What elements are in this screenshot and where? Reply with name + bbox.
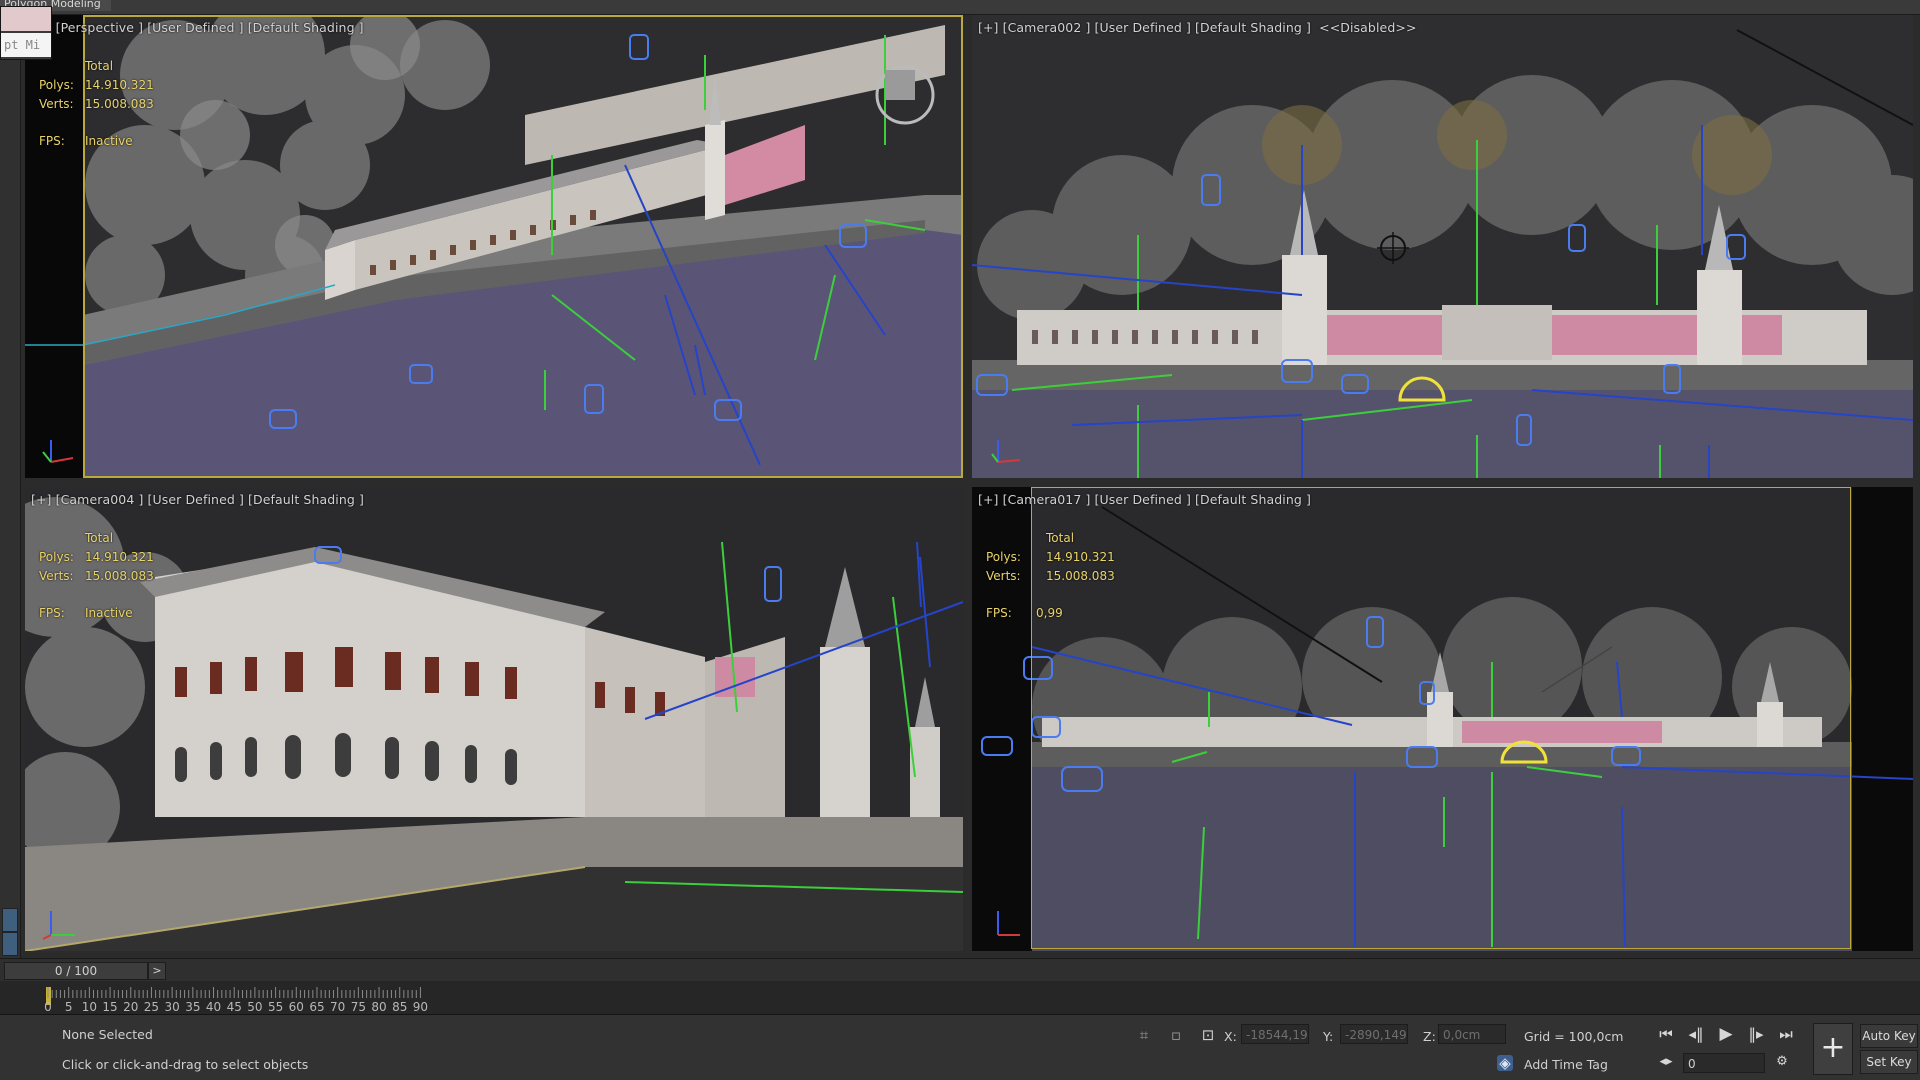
frame-tick-label: 50 — [247, 1000, 262, 1014]
viewport-label[interactable]: [+] [Camera002 ] [User Defined ] [Defaul… — [978, 20, 1417, 35]
add-time-tag-button[interactable]: Add Time Tag — [1524, 1057, 1608, 1072]
set-key-button[interactable]: Set Key — [1860, 1050, 1918, 1074]
frame-tick-label: 75 — [351, 1000, 366, 1014]
axis-tripod-icon — [42, 440, 74, 463]
auto-key-button[interactable]: Auto Key — [1860, 1024, 1918, 1048]
stats-polys-label: Polys: — [986, 550, 1021, 564]
frame-tick-label: 70 — [330, 1000, 345, 1014]
time-slider-thumb[interactable]: 0 / 100 — [4, 962, 148, 980]
frame-tick-label: 10 — [82, 1000, 97, 1014]
track-bar[interactable]: 0 5 10 15 20 25 30 35 40 45 50 55 60 65 70 75 80 85 90 — [0, 981, 1920, 1015]
stats-verts-value: 15.008.083 — [85, 97, 154, 111]
y-coordinate-field[interactable]: -2890,149 — [1340, 1024, 1408, 1044]
maxscript-listener[interactable]: pt Mi — [0, 6, 52, 60]
frame-tick-label: 85 — [392, 1000, 407, 1014]
viewport-label[interactable]: [+] [Camera004 ] [User Defined ] [Defaul… — [31, 492, 364, 507]
stats-verts-value: 15.008.083 — [1046, 569, 1115, 583]
stats-polys-label: Polys: — [39, 78, 74, 92]
stats-verts-label: Verts: — [39, 569, 74, 583]
viewport-camera017[interactable]: [+] [Camera017 ] [User Defined ] [Defaul… — [972, 487, 1913, 951]
selection-status: None Selected — [62, 1027, 153, 1042]
frame-tick-label: 5 — [65, 1000, 73, 1014]
stats-polys-label: Polys: — [39, 550, 74, 564]
axis-tripod-icon — [42, 911, 75, 940]
viewport-statistics: Total Polys: 14.910.321 Verts: 15.008.083 … — [39, 529, 154, 623]
go-to-end-icon[interactable]: ⏭ — [1774, 1023, 1798, 1045]
stats-total-label: Total — [1046, 531, 1075, 545]
frame-tick-label: 40 — [206, 1000, 221, 1014]
current-frame-field[interactable]: 0 — [1683, 1053, 1765, 1073]
prompt-line: Click or click-and-drag to select object… — [62, 1057, 309, 1072]
frame-tick-label: 90 — [413, 1000, 428, 1014]
stats-polys-value: 14.910.321 — [85, 78, 154, 92]
stats-fps-value: Inactive — [85, 606, 133, 620]
stats-polys-value: 14.910.321 — [1046, 550, 1115, 564]
play-icon[interactable]: ▶ — [1714, 1023, 1738, 1045]
y-coordinate-label: Y: — [1323, 1029, 1334, 1044]
stats-verts-label: Verts: — [39, 97, 74, 111]
frame-tick-label: 35 — [185, 1000, 200, 1014]
stats-fps-label: FPS: — [39, 606, 65, 620]
stats-fps-value: Inactive — [85, 134, 133, 148]
stats-fps-value: 0,99 — [1036, 606, 1063, 620]
viewport-label[interactable]: [+] [Perspective ] [User Defined ] [Defa… — [31, 20, 364, 35]
frame-tick-label: 55 — [268, 1000, 283, 1014]
frame-tick-label: 30 — [164, 1000, 179, 1014]
time-slider-next-button[interactable]: > — [148, 962, 166, 980]
isolate-icon[interactable]: ⌗ — [1136, 1027, 1152, 1043]
z-coordinate-label: Z: — [1423, 1029, 1436, 1044]
stats-verts-value: 15.008.083 — [85, 569, 154, 583]
time-config-icon[interactable]: ⚙ — [1770, 1051, 1794, 1073]
viewport-scene — [25, 487, 963, 951]
prev-frame-icon[interactable]: ◂‖ — [1684, 1023, 1708, 1045]
frame-tick-label: 45 — [227, 1000, 242, 1014]
stats-verts-label: Verts: — [986, 569, 1021, 583]
x-coordinate-field[interactable]: -18544,19 — [1241, 1024, 1309, 1044]
viewport-statistics: Total Polys: 14.910.321 Verts: 15.008.083 … — [986, 529, 1115, 623]
add-time-tag-icon[interactable]: ◈ — [1497, 1055, 1513, 1071]
top-strip: Polygon Modeling — [0, 0, 1920, 15]
frame-tick-label: 20 — [123, 1000, 138, 1014]
frame-tick-label: 25 — [144, 1000, 159, 1014]
viewport-camera004[interactable]: [+] [Camera004 ] [User Defined ] [Defaul… — [25, 487, 963, 951]
frame-tick-label: 15 — [102, 1000, 117, 1014]
left-strip-tab[interactable] — [2, 932, 18, 956]
maxscript-output-field[interactable] — [1, 7, 51, 31]
go-to-start-icon[interactable]: ⏮ — [1654, 1023, 1678, 1045]
viewport-camera002[interactable]: [+] [Camera002 ] [User Defined ] [Defaul… — [972, 15, 1913, 478]
axis-tripod-icon — [991, 440, 1021, 463]
transform-type-in-icon[interactable]: ⊡ — [1200, 1027, 1216, 1043]
left-strip-tab[interactable] — [2, 908, 18, 932]
stats-polys-value: 14.910.321 — [85, 550, 154, 564]
lock-icon[interactable]: ▫ — [1168, 1027, 1184, 1043]
viewport-perspective[interactable]: [+] [Perspective ] [User Defined ] [Defa… — [25, 15, 963, 478]
stats-fps-label: FPS: — [986, 606, 1012, 620]
x-coordinate-label: X: — [1224, 1029, 1237, 1044]
maxscript-input-field[interactable]: pt Mi — [1, 33, 51, 57]
stats-fps-label: FPS: — [39, 134, 65, 148]
stats-total-label: Total — [85, 59, 114, 73]
key-mode-icon[interactable]: ◂▸ — [1654, 1051, 1678, 1073]
frame-tick-label: 80 — [371, 1000, 386, 1014]
viewport-scene — [25, 15, 963, 478]
axis-tripod-icon — [997, 911, 1020, 936]
track-bar-ruler: 0 5 10 15 20 25 30 35 40 45 50 55 60 65 70 75 80 85 90 — [44, 987, 428, 1014]
viewport-label[interactable]: [+] [Camera017 ] [User Defined ] [Defaul… — [978, 492, 1311, 507]
frame-tick-label: 0 — [44, 1000, 52, 1014]
grid-size-readout: Grid = 100,0cm — [1524, 1029, 1624, 1044]
left-command-strip — [0, 15, 21, 958]
viewport-scene — [972, 15, 1913, 478]
viewport-statistics: Total Polys: 14.910.321 Verts: 15.008.083 … — [39, 57, 154, 151]
time-slider[interactable]: 0 / 100 > — [0, 958, 1920, 981]
z-coordinate-field[interactable]: 0,0cm — [1438, 1024, 1506, 1044]
stats-total-label: Total — [85, 531, 114, 545]
frame-tick-label: 60 — [289, 1000, 304, 1014]
set-keys-icon[interactable]: + — [1813, 1023, 1853, 1075]
frame-tick-label: 65 — [309, 1000, 324, 1014]
next-frame-icon[interactable]: ‖▸ — [1744, 1023, 1768, 1045]
